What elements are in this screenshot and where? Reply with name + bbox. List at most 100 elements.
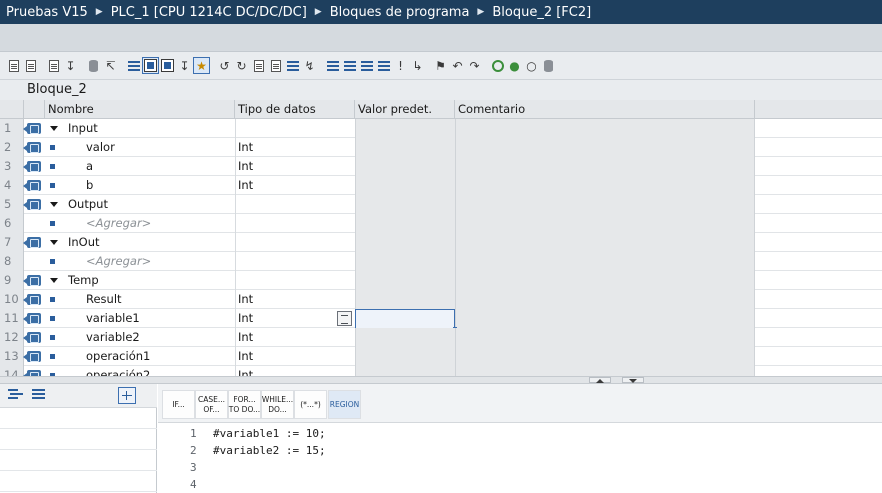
comment-cell[interactable] xyxy=(455,252,755,271)
data-type-cell[interactable]: Int xyxy=(238,290,253,309)
comment-cell[interactable] xyxy=(455,157,755,176)
default-cell[interactable] xyxy=(355,328,455,347)
variable-name-cell[interactable]: Output xyxy=(68,195,108,214)
data-block-icon[interactable] xyxy=(541,58,556,73)
comment-cell[interactable] xyxy=(455,290,755,309)
variable-name-cell[interactable]: Input xyxy=(68,119,98,138)
variable-name-cell[interactable]: valor xyxy=(86,138,115,157)
variable-name-cell[interactable]: InOut xyxy=(68,233,100,252)
uncomment-icon[interactable] xyxy=(376,58,391,73)
table-row[interactable]: 4 b Int xyxy=(0,176,882,195)
comment-icon[interactable] xyxy=(359,58,374,73)
data-type-cell[interactable]: Int xyxy=(238,157,253,176)
table-row[interactable]: 14 operación2 Int xyxy=(0,366,882,376)
code-line[interactable]: #variable2 := 15; xyxy=(213,444,326,457)
table-row[interactable]: 6 <Agregar> xyxy=(0,214,882,233)
data-type-cell[interactable]: Int xyxy=(238,328,253,347)
default-cell[interactable] xyxy=(355,252,455,271)
table-row[interactable]: 12 variable2 Int xyxy=(0,328,882,347)
type-dropdown-icon[interactable] xyxy=(337,311,352,326)
toggle-bookmark-icon[interactable]: ↳ xyxy=(410,58,425,73)
list-view-icon[interactable] xyxy=(32,389,47,401)
tag-table-icon[interactable] xyxy=(86,58,101,73)
chevron-down-icon[interactable] xyxy=(50,202,58,207)
monitoring-on-icon[interactable]: ● xyxy=(507,58,522,73)
variable-name-cell[interactable]: operación2 xyxy=(86,366,150,376)
code-line[interactable]: #variable1 := 10; xyxy=(213,427,326,440)
table-row[interactable]: 5 Output xyxy=(0,195,882,214)
comment-cell[interactable] xyxy=(455,138,755,157)
breadcrumb-program-blocks[interactable]: Bloques de programa xyxy=(330,5,470,20)
table-row[interactable]: 13 operación1 Int xyxy=(0,347,882,366)
insert-row-icon[interactable] xyxy=(6,58,21,73)
data-type-cell[interactable]: Int xyxy=(238,138,253,157)
table-row[interactable]: 10 Result Int xyxy=(0,290,882,309)
comment-cell[interactable] xyxy=(455,309,755,328)
comment-cell[interactable] xyxy=(455,328,755,347)
breadcrumb-current-block[interactable]: Bloque_2 [FC2] xyxy=(492,5,591,20)
case-button[interactable]: CASE... OF... xyxy=(195,390,228,419)
table-row[interactable]: 11 variable1 Int xyxy=(0,309,882,331)
while-button[interactable]: WHILE... DO... xyxy=(261,390,294,419)
data-type-cell[interactable]: Int xyxy=(238,347,253,366)
filter-icon[interactable]: ↸ xyxy=(103,58,118,73)
name-column-header[interactable]: Nombre xyxy=(45,100,235,119)
network-delete-icon[interactable]: ↻ xyxy=(234,58,249,73)
comment-block-button[interactable]: (*...*) xyxy=(294,390,327,419)
variable-name-cell[interactable]: Result xyxy=(86,290,122,309)
if-button[interactable]: IF... xyxy=(162,390,195,419)
add-row-icon[interactable] xyxy=(23,58,38,73)
collapse-all-icon[interactable]: ↧ xyxy=(63,58,78,73)
variable-name-cell[interactable]: variable1 xyxy=(86,309,140,328)
table-row[interactable]: 9 Temp xyxy=(0,271,882,290)
chevron-down-icon[interactable] xyxy=(50,278,58,283)
download-icon[interactable]: ↧ xyxy=(177,58,192,73)
variable-name-cell[interactable]: a xyxy=(86,157,93,176)
splitter-down-icon[interactable] xyxy=(622,377,644,383)
table-row[interactable]: 8 <Agregar> xyxy=(0,252,882,271)
comment-cell[interactable] xyxy=(455,366,755,376)
default-cell[interactable] xyxy=(355,290,455,309)
type-column-header[interactable]: Tipo de datos xyxy=(235,100,355,119)
comment-cell[interactable] xyxy=(455,214,755,233)
call-hierarchy-icon[interactable] xyxy=(490,58,505,73)
data-type-cell[interactable]: Int xyxy=(238,176,253,195)
interface-view-icon[interactable] xyxy=(126,58,141,73)
network-insert-icon[interactable] xyxy=(251,58,266,73)
default-cell[interactable] xyxy=(355,138,455,157)
variable-name-cell[interactable]: b xyxy=(86,176,93,195)
variable-name-cell[interactable]: operación1 xyxy=(86,347,150,366)
monitor-icon[interactable] xyxy=(160,58,175,73)
breadcrumb-plc[interactable]: PLC_1 [CPU 1214C DC/DC/DC] xyxy=(111,5,307,20)
table-row[interactable]: 3 a Int xyxy=(0,157,882,176)
comment-column-header[interactable]: Comentario xyxy=(455,100,755,119)
chevron-down-icon[interactable] xyxy=(50,126,58,131)
comment-cell[interactable] xyxy=(455,176,755,195)
toggle-line-numbers-icon[interactable]: ! xyxy=(393,58,408,73)
data-type-cell[interactable]: Int xyxy=(238,366,253,376)
data-type-cell[interactable]: Int xyxy=(238,309,253,328)
variable-name-cell[interactable]: <Agregar> xyxy=(86,214,151,233)
bookmark-icon[interactable]: ⚑ xyxy=(433,58,448,73)
next-bookmark-icon[interactable]: ↷ xyxy=(467,58,482,73)
default-cell[interactable] xyxy=(355,347,455,366)
default-cell[interactable] xyxy=(355,157,455,176)
variable-name-cell[interactable]: variable2 xyxy=(86,328,140,347)
pane-splitter[interactable] xyxy=(0,376,882,384)
table-row[interactable]: 2 valor Int xyxy=(0,138,882,157)
scl-code-editor[interactable]: 1 #variable1 := 10; 2 #variable2 := 15; 3 4 xyxy=(158,423,882,493)
detail-view-icon[interactable] xyxy=(142,57,159,74)
network-close-icon[interactable]: ↯ xyxy=(302,58,317,73)
previous-bookmark-icon[interactable]: ↶ xyxy=(450,58,465,73)
favorites-icon[interactable]: ★ xyxy=(193,57,210,74)
network-add-icon[interactable]: ↺ xyxy=(217,58,232,73)
default-column-header[interactable]: Valor predet. xyxy=(355,100,455,119)
swap-panes-icon[interactable] xyxy=(118,387,136,404)
network-copy-icon[interactable] xyxy=(268,58,283,73)
expand-all-icon[interactable] xyxy=(46,58,61,73)
tree-view-icon[interactable] xyxy=(8,389,23,401)
comment-cell[interactable] xyxy=(455,347,755,366)
for-button[interactable]: FOR... TO DO... xyxy=(228,390,261,419)
table-row[interactable]: 7 InOut xyxy=(0,233,882,252)
selected-default-cell[interactable] xyxy=(355,309,457,331)
